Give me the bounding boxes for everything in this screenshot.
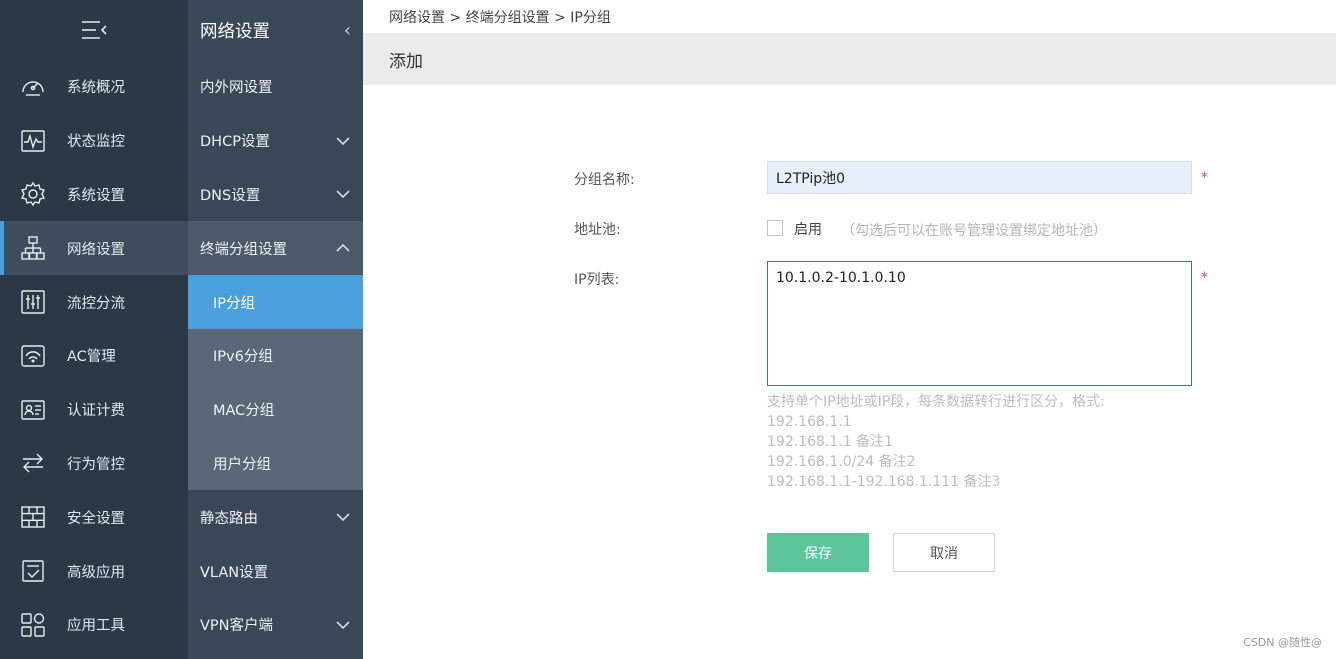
group-name-label: 分组名称: — [574, 172, 635, 188]
subnav-item-label: 静态路由 — [200, 510, 258, 527]
help-line: 192.168.1.1 备注1 — [767, 434, 893, 450]
subnav-item-terminal-groups[interactable]: 终端分组设置 — [188, 221, 363, 276]
ip-list-help: 支持单个IP地址或IP段，每条数据转行进行区分，格式: 192.168.1.1 … — [767, 392, 1105, 492]
required-mark: * — [1201, 170, 1208, 186]
nav-item-label: 高级应用 — [67, 564, 125, 581]
subnav-item-label: 终端分组设置 — [200, 241, 287, 258]
nav-item-auth-billing[interactable]: 认证计费 — [0, 383, 188, 437]
breadcrumb: 网络设置 > 终端分组设置 > IP分组 — [389, 9, 611, 26]
toolbox-icon — [19, 611, 47, 639]
subnav-item-static-route[interactable]: 静态路由 — [188, 490, 363, 544]
nav-item-system-settings[interactable]: 系统设置 — [0, 168, 188, 222]
nav-item-app-tools[interactable]: 应用工具 — [0, 598, 188, 652]
ip-list-textarea[interactable]: 10.1.0.2-10.1.0.10 — [767, 261, 1192, 386]
save-button[interactable]: 保存 — [767, 533, 869, 572]
checklist-icon — [19, 557, 47, 585]
chevron-down-icon — [335, 186, 351, 202]
id-card-icon — [19, 396, 47, 424]
nav-item-label: 系统设置 — [67, 187, 125, 204]
subnav-item-lan-wan[interactable]: 内外网设置 — [188, 60, 363, 114]
page-title-bar: 添加 — [363, 33, 1336, 85]
help-line: 192.168.1.1 — [767, 414, 852, 430]
collapse-left-icon[interactable]: ‹ — [344, 20, 351, 41]
nav-item-label: 应用工具 — [67, 618, 125, 635]
subnav-item-dhcp[interactable]: DHCP设置 — [188, 114, 363, 168]
primary-sidebar: 系统概况 状态监控 系统设置 网络设置 流控分流 AC管理 认证计费 行为管控 … — [0, 0, 188, 659]
subnav-item-mac-group[interactable]: MAC分组 — [188, 382, 363, 437]
subnav-item-label: IP分组 — [213, 295, 256, 312]
swap-arrows-icon — [19, 449, 47, 477]
subnav-item-label: MAC分组 — [213, 403, 275, 420]
chevron-down-icon — [335, 509, 351, 525]
nav-item-flow-control[interactable]: 流控分流 — [0, 275, 188, 329]
subnav-item-ipv6-group[interactable]: IPv6分组 — [188, 328, 363, 383]
secondary-sidebar-title: 网络设置 — [200, 21, 270, 42]
address-pool-checkbox[interactable] — [767, 220, 783, 236]
nav-item-system-overview[interactable]: 系统概况 — [0, 60, 188, 114]
subnav-item-label: VPN客户端 — [200, 618, 274, 635]
subnav-item-vpn-client[interactable]: VPN客户端 — [188, 598, 363, 652]
address-pool-hint: （勾选后可以在账号管理设置绑定地址池） — [841, 223, 1107, 239]
nav-item-label: 安全设置 — [67, 510, 125, 527]
nav-item-label: 流控分流 — [67, 295, 125, 312]
page-title: 添加 — [389, 51, 423, 72]
nav-item-label: 系统概况 — [67, 80, 125, 97]
group-name-input[interactable] — [767, 161, 1192, 194]
subnav-item-label: VLAN设置 — [200, 564, 269, 581]
nav-item-ac-management[interactable]: AC管理 — [0, 329, 188, 383]
help-line: 192.168.1.1-192.168.1.111 备注3 — [767, 474, 1001, 490]
menu-collapse-icon — [82, 21, 107, 39]
wifi-router-icon — [19, 342, 47, 370]
subnav-item-ip-group[interactable]: IP分组 — [188, 275, 363, 329]
address-pool-label: 地址池: — [574, 222, 621, 238]
subnav-item-label: IPv6分组 — [213, 349, 273, 366]
nav-item-advanced-apps[interactable]: 高级应用 — [0, 544, 188, 598]
subnav-item-vlan[interactable]: VLAN设置 — [188, 544, 363, 598]
terminal-groups-submenu: IP分组 IPv6分组 MAC分组 用户分组 — [188, 275, 363, 491]
main-content: 网络设置 > 终端分组设置 > IP分组 添加 分组名称: * 地址池: 启用 … — [363, 0, 1336, 659]
watermark: CSDN @随性@ — [1243, 636, 1322, 649]
help-line: 192.168.1.0/24 备注2 — [767, 454, 916, 470]
subnav-item-dns[interactable]: DNS设置 — [188, 168, 363, 222]
nav-item-label: 行为管控 — [67, 456, 125, 473]
secondary-sidebar: 网络设置 ‹ 内外网设置 DHCP设置 DNS设置 终端分组设置 IP分组 IP… — [188, 0, 363, 659]
nav-item-label: 状态监控 — [67, 134, 125, 151]
secondary-sidebar-header: 网络设置 ‹ — [188, 0, 363, 60]
chevron-down-icon — [335, 617, 351, 633]
nav-item-label: AC管理 — [67, 349, 116, 366]
ip-list-label: IP列表: — [574, 272, 620, 288]
required-mark: * — [1201, 270, 1208, 286]
address-pool-enable-label[interactable]: 启用 — [794, 219, 822, 239]
subnav-item-user-group[interactable]: 用户分组 — [188, 436, 363, 491]
sliders-icon — [19, 288, 47, 316]
nav-item-status-monitor[interactable]: 状态监控 — [0, 114, 188, 168]
nav-item-behavior-control[interactable]: 行为管控 — [0, 437, 188, 491]
dashboard-gauge-icon — [19, 73, 47, 101]
help-line: 支持单个IP地址或IP段，每条数据转行进行区分，格式: — [767, 394, 1105, 410]
monitor-pulse-icon — [19, 127, 47, 155]
firewall-icon — [19, 503, 47, 531]
subnav-item-label: 用户分组 — [213, 456, 271, 473]
chevron-up-icon — [335, 240, 351, 256]
chevron-down-icon — [335, 133, 351, 149]
gear-icon — [19, 180, 47, 208]
nav-item-network-settings[interactable]: 网络设置 — [0, 221, 188, 276]
network-topology-icon — [19, 234, 47, 262]
subnav-item-label: 内外网设置 — [200, 80, 273, 97]
sidebar-collapse-button[interactable] — [0, 0, 188, 60]
subnav-item-label: DNS设置 — [200, 187, 261, 204]
nav-item-label: 认证计费 — [67, 403, 125, 420]
nav-item-security-settings[interactable]: 安全设置 — [0, 490, 188, 544]
nav-item-label: 网络设置 — [67, 241, 125, 258]
subnav-item-label: DHCP设置 — [200, 134, 270, 151]
cancel-button[interactable]: 取消 — [893, 533, 995, 572]
